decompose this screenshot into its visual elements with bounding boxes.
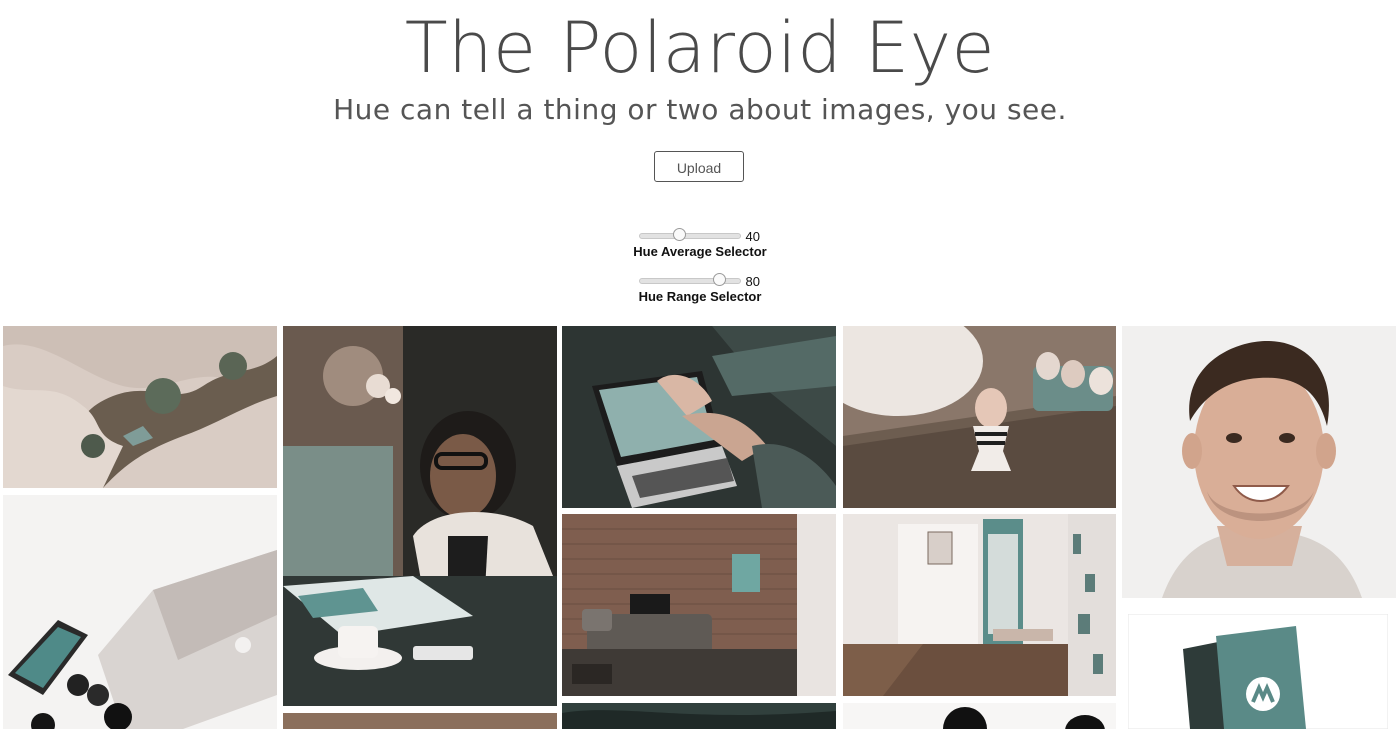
laptop-typing-photo[interactable] <box>562 326 836 508</box>
smiling-man-portrait-photo[interactable] <box>1122 326 1396 598</box>
hue-range-control: 80 Hue Range Selector <box>0 273 1400 304</box>
woman-reading-photo[interactable] <box>283 326 557 706</box>
hallway-interior-photo[interactable] <box>843 514 1116 696</box>
hue-average-slider-thumb[interactable] <box>673 228 686 241</box>
hue-average-slider[interactable] <box>638 228 741 241</box>
hue-average-label: Hue Average Selector <box>633 244 767 259</box>
page-subtitle: Hue can tell a thing or two about images… <box>333 93 1067 126</box>
egg-cup-photo[interactable] <box>843 326 1116 508</box>
laptop-phone-desk-photo[interactable] <box>3 495 277 729</box>
hue-range-label: Hue Range Selector <box>638 289 762 304</box>
hue-range-slider-thumb[interactable] <box>713 273 726 286</box>
hue-range-slider[interactable] <box>638 273 741 286</box>
page-title: The Polaroid Eye <box>404 7 996 89</box>
gallery-photo-partial-2[interactable] <box>562 703 836 729</box>
hue-average-control: 40 Hue Average Selector <box>0 228 1400 259</box>
gallery-photo-partial-3[interactable] <box>843 703 1116 729</box>
brick-living-room-photo[interactable] <box>562 514 836 696</box>
hue-average-value: 40 <box>745 228 760 244</box>
business-cards-photo[interactable] <box>1128 614 1388 729</box>
aerial-wetland-photo[interactable] <box>3 326 277 488</box>
gallery-photo-partial-1[interactable] <box>283 713 557 729</box>
hue-range-value: 80 <box>745 273 760 289</box>
upload-button[interactable]: Upload <box>654 151 744 182</box>
